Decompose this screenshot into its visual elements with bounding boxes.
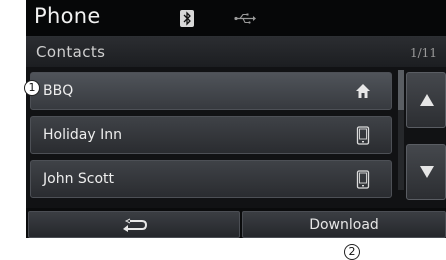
bottom-bar: Download: [26, 208, 446, 238]
section-title: Contacts: [36, 43, 106, 61]
contact-name: John Scott: [43, 171, 115, 187]
callout-1: 1: [24, 80, 40, 96]
page-indicator: 1/11: [410, 46, 437, 60]
back-arrow-icon: [123, 218, 148, 232]
contact-row-john-scott[interactable]: John Scott: [30, 160, 392, 198]
scroll-thumb[interactable]: [398, 70, 404, 110]
arrow-up-icon: [420, 94, 434, 106]
status-bar: Phone: [26, 0, 446, 37]
contact-name: BBQ: [43, 83, 74, 99]
home-icon: [356, 84, 370, 98]
scroll-up-button[interactable]: [406, 72, 446, 128]
scroll-down-button[interactable]: [406, 144, 446, 200]
back-button[interactable]: [28, 211, 240, 238]
scrollbar[interactable]: [398, 70, 404, 190]
callout-2: 2: [344, 244, 360, 260]
arrow-down-icon: [420, 166, 434, 178]
contact-row-holiday-inn[interactable]: Holiday Inn: [30, 116, 392, 154]
contact-row-bbq[interactable]: BBQ: [30, 72, 392, 110]
contact-name: Holiday Inn: [43, 127, 122, 143]
phone-screen: Phone Contacts 1/11 BBQ Holiday Inn John…: [26, 0, 446, 238]
contacts-header: Contacts 1/11: [26, 37, 446, 67]
download-label: Download: [309, 217, 379, 233]
usb-icon: [234, 13, 256, 24]
download-button[interactable]: Download: [242, 211, 446, 238]
app-title: Phone: [34, 4, 101, 28]
mobile-phone-icon: [356, 126, 370, 145]
bluetooth-icon: [180, 10, 194, 27]
mobile-phone-icon: [356, 170, 370, 189]
